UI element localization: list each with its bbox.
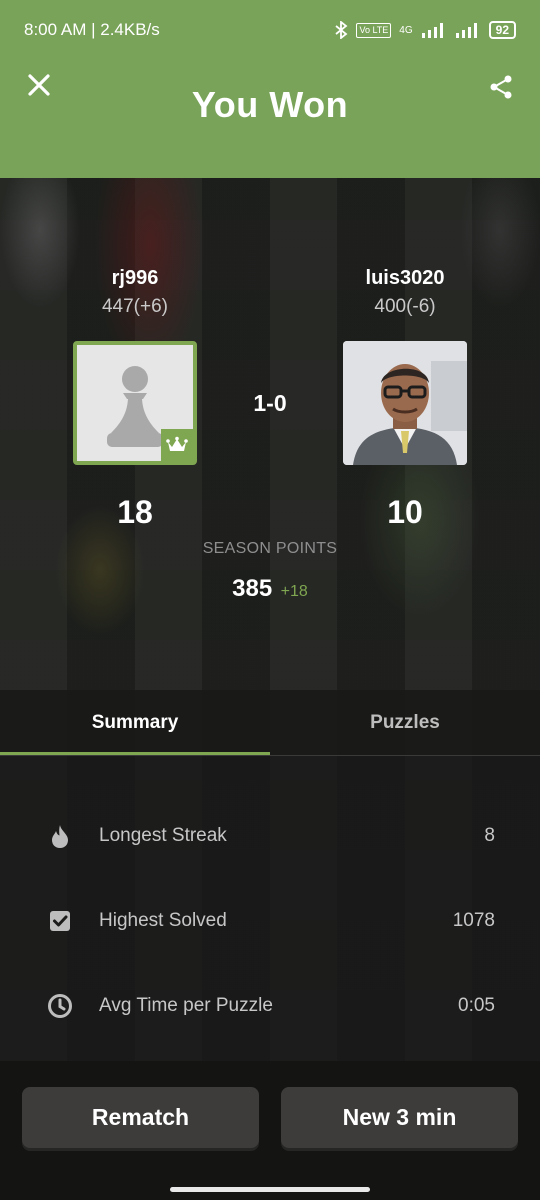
- player-photo: [343, 341, 467, 465]
- volte-icon: Vo LTE: [356, 22, 392, 38]
- season-points-label: SEASON POINTS: [202, 540, 338, 557]
- stat-row-highest-solved: Highest Solved 1078: [0, 891, 540, 951]
- stat-value: 1078: [452, 910, 495, 931]
- stat-label: Highest Solved: [99, 910, 227, 931]
- season-points-total: 385 +18: [0, 575, 540, 603]
- new-game-button[interactable]: New 3 min: [281, 1087, 518, 1148]
- season-points-value: 385: [232, 575, 273, 602]
- result-header: You Won: [0, 60, 540, 178]
- signal-icon-2: [455, 23, 477, 38]
- player-2-rating: 400(-6): [374, 296, 436, 317]
- signal-icon: [421, 23, 443, 38]
- season-points-gain: +18: [280, 583, 308, 600]
- checkbox-icon: [50, 911, 70, 931]
- player-2-points: 10: [387, 494, 423, 530]
- status-icons: Vo LTE 4G 92: [334, 21, 516, 39]
- crown-icon: [166, 436, 188, 451]
- stat-value: 8: [484, 825, 495, 846]
- tab-summary[interactable]: Summary: [0, 690, 270, 756]
- winner-crown-badge: [161, 429, 193, 461]
- player-1-rating: 447(+6): [101, 296, 169, 317]
- status-bar: 8:00 AM | 2.4KB/s Vo LTE 4G 92: [0, 0, 540, 60]
- player-2-info: luis3020 400(-6): [305, 267, 505, 318]
- share-icon[interactable]: [488, 74, 514, 100]
- battery-indicator: 92: [488, 21, 516, 39]
- home-indicator[interactable]: [170, 1187, 370, 1192]
- flame-icon: [52, 825, 68, 848]
- stat-label: Longest Streak: [99, 825, 227, 846]
- stat-row-longest-streak: Longest Streak 8: [0, 806, 540, 866]
- tab-bar: Summary Puzzles: [0, 690, 540, 756]
- share-button[interactable]: [488, 74, 514, 100]
- player-2-name[interactable]: luis3020: [305, 267, 505, 290]
- player-1-name[interactable]: rj996: [35, 267, 235, 290]
- stat-value: 0:05: [458, 995, 495, 1016]
- network-type: 4G: [399, 24, 413, 36]
- player-1-info: rj996 447(+6): [35, 267, 235, 318]
- player-1-points: 18: [117, 494, 153, 530]
- clock-icon: [48, 994, 72, 1018]
- bluetooth-icon: [335, 21, 348, 39]
- stat-label: Avg Time per Puzzle: [99, 995, 273, 1016]
- rematch-button[interactable]: Rematch: [22, 1087, 259, 1148]
- stat-row-avg-time: Avg Time per Puzzle 0:05: [0, 976, 540, 1036]
- player-2-avatar[interactable]: [343, 341, 467, 465]
- page-title: You Won: [191, 84, 349, 125]
- tab-puzzles[interactable]: Puzzles: [270, 690, 540, 756]
- player-1-avatar[interactable]: [73, 341, 197, 465]
- game-score: 1-0: [253, 390, 287, 416]
- status-time: 8:00 AM | 2.4KB/s: [24, 20, 160, 39]
